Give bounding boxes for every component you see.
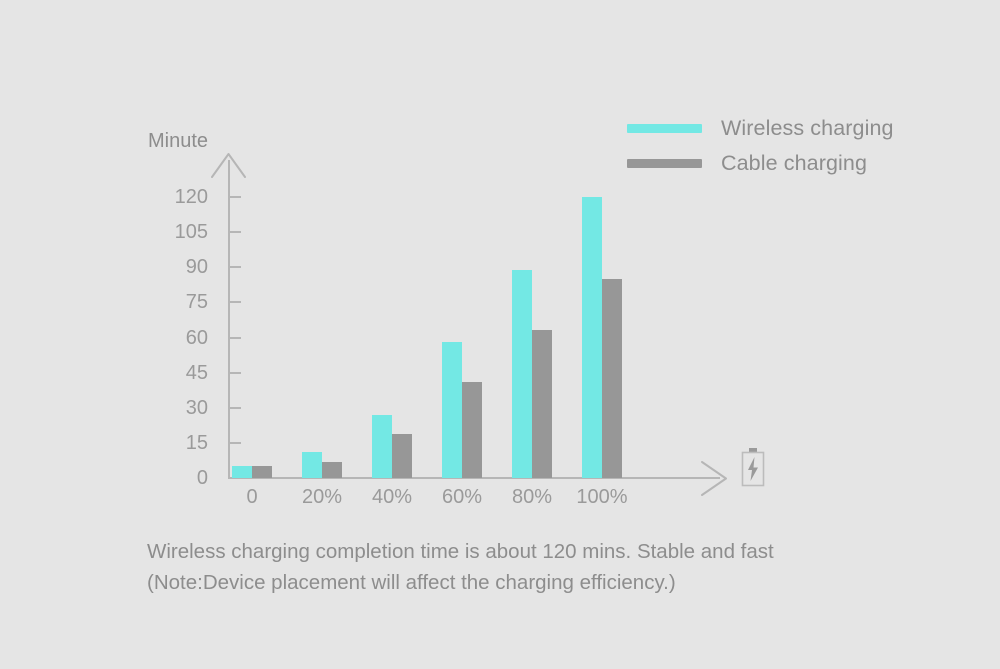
bar-cable-60pct — [462, 382, 482, 478]
y-axis-tick-label: 90 — [185, 256, 208, 279]
x-axis-label: 20% — [301, 486, 343, 508]
y-axis-tick-label: 0 — [196, 467, 208, 489]
y-axis-tick-label: 45 — [185, 361, 208, 384]
battery-charging-icon — [741, 448, 765, 487]
x-axis-label: 60% — [441, 486, 483, 508]
chart-caption: Wireless charging completion time is abo… — [147, 536, 907, 598]
y-axis-tick-label: 30 — [185, 396, 208, 419]
y-axis-tick-label: 15 — [185, 431, 208, 454]
bar-cable-0 — [252, 466, 272, 478]
x-axis-label: 100% — [576, 486, 628, 508]
bar-cable-20pct — [322, 461, 342, 478]
y-axis-tick-label: 105 — [174, 221, 208, 244]
bar-wireless-60pct — [442, 342, 462, 478]
bar-wireless-20pct — [302, 452, 322, 478]
bar-wireless-100pct — [582, 197, 602, 478]
bar-cable-100pct — [602, 278, 622, 478]
chart-page: Wireless charging Cable charging Minute … — [0, 0, 1000, 669]
y-axis-tick-label: 120 — [174, 186, 208, 208]
bar-cable-40pct — [392, 433, 412, 478]
y-axis-title: Minute — [148, 130, 209, 152]
bar-wireless-80pct — [512, 269, 532, 478]
y-axis-tick-label: 75 — [185, 291, 208, 314]
y-axis-tick-label: 60 — [185, 326, 208, 349]
caption-line-1: Wireless charging completion time is abo… — [147, 540, 774, 563]
bar-wireless-0 — [232, 466, 252, 478]
caption-line-2: (Note:Device placement will affect the c… — [147, 571, 676, 594]
x-axis-label: 0 — [246, 486, 258, 508]
bar-wireless-40pct — [372, 414, 392, 478]
bars-layer — [228, 152, 728, 478]
x-axis-label: 80% — [511, 486, 553, 508]
x-axis-label: 40% — [371, 486, 413, 508]
bar-cable-80pct — [532, 330, 552, 478]
